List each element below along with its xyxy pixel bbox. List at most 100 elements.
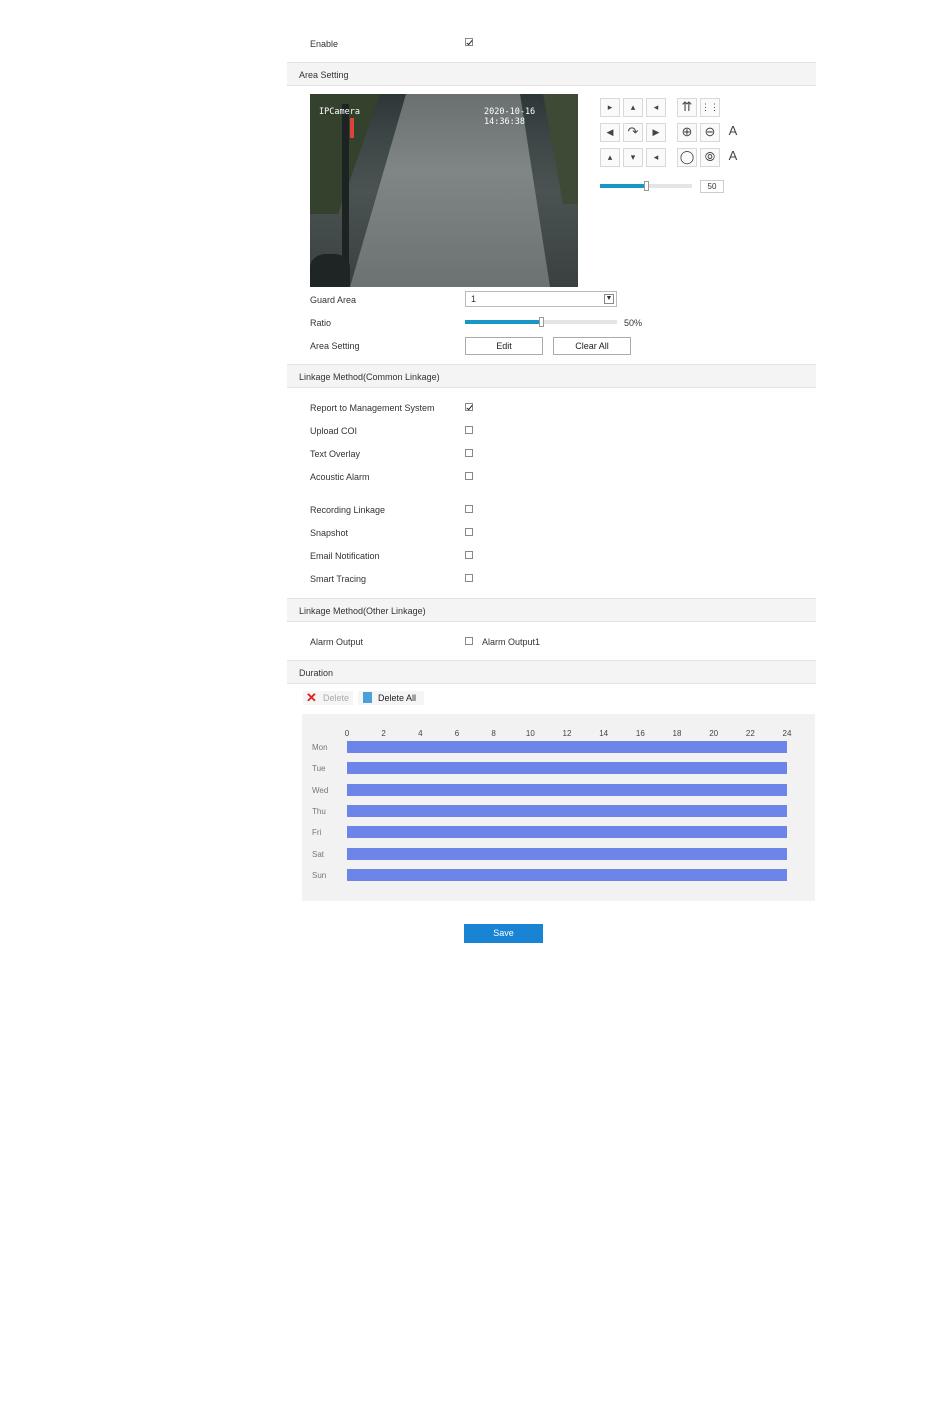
schedule-bar[interactable] [347, 741, 787, 753]
schedule-bar[interactable] [347, 847, 787, 860]
hour-tick-label: 24 [782, 729, 792, 738]
guard-area-select[interactable]: 1 ▼ [465, 291, 617, 307]
alarm-output1-label: Alarm Output1 [482, 637, 541, 647]
day-label: Wed [312, 785, 329, 795]
ptz-left-button[interactable]: ◀ [600, 123, 620, 142]
ptz-up-left-button[interactable]: ▸ [600, 98, 620, 117]
smart-tracing-checkbox[interactable] [465, 574, 473, 582]
ptz-down-right-button[interactable]: ◂ [646, 148, 666, 167]
acoustic-alarm-checkbox[interactable] [465, 472, 473, 480]
delete-label: Delete [323, 693, 350, 703]
area-setting-title: Area Setting [299, 70, 349, 80]
day-label: Sun [312, 870, 327, 880]
schedule-bar[interactable] [347, 868, 787, 881]
hour-tick-label: 8 [491, 729, 496, 738]
ptz-down-left-button[interactable]: ▴ [600, 148, 620, 167]
chevron-down-icon[interactable]: ▼ [604, 294, 614, 304]
schedule-grid[interactable]: 0 2 4 6 8 10 12 14 16 18 20 22 24 Mon Tue Wed Thu Fri Sat… [302, 714, 815, 901]
ptz-up-button[interactable]: ▴ [623, 98, 643, 117]
edit-button[interactable]: Edit [465, 337, 543, 355]
text-overlay-checkbox[interactable] [465, 449, 473, 457]
day-label: Mon [312, 743, 328, 752]
ratio-slider[interactable] [465, 317, 617, 327]
report-management-label: Report to Management System [310, 403, 435, 413]
schedule-bar[interactable] [347, 826, 787, 839]
enable-label: Enable [310, 39, 339, 49]
duration-title: Duration [299, 668, 334, 678]
delete-all-label: Delete All [378, 693, 417, 703]
ptz-speed-fill [600, 184, 646, 188]
pole-shape [342, 104, 349, 274]
other-linkage-title: Linkage Method(Other Linkage) [299, 606, 426, 616]
day-label: Tue [312, 764, 326, 774]
delete-all-button[interactable]: Delete All [358, 691, 424, 705]
ptz-auto-rotate-icon[interactable]: ↷ [623, 123, 643, 142]
schedule-bar[interactable] [347, 804, 787, 817]
hour-tick-label: 2 [381, 729, 386, 738]
zoom-out-icon[interactable]: ⊖ [700, 123, 720, 142]
hour-tick-label: 6 [454, 729, 460, 738]
email-notification-label: Email Notification [310, 551, 380, 561]
common-linkage-header: Linkage Method(Common Linkage) [287, 364, 816, 388]
day-label: Sat [312, 849, 325, 859]
hour-tick-label: 18 [672, 729, 682, 738]
day-label: Thu [312, 806, 326, 816]
iris-open-icon[interactable]: ◯ [677, 148, 697, 167]
trash-icon [363, 692, 372, 703]
focus-near-icon[interactable]: A [723, 123, 743, 142]
light-icon[interactable]: ⋮⋮ [700, 98, 720, 117]
hour-tick-label: 4 [418, 729, 423, 738]
enable-checkbox[interactable] [465, 38, 473, 46]
save-button[interactable]: Save [464, 924, 543, 943]
live-video-preview[interactable]: IPCamera 2020-10-16 14:36:38 [310, 94, 578, 287]
text-overlay-label: Text Overlay [310, 449, 361, 459]
zoom-in-icon[interactable]: ⊕ [677, 123, 697, 142]
hour-tick-label: 20 [709, 729, 719, 738]
day-label: Fri [312, 828, 322, 838]
other-linkage-header: Linkage Method(Other Linkage) [287, 598, 816, 622]
ptz-up-right-button[interactable]: ◂ [646, 98, 666, 117]
schedule-bar[interactable] [347, 783, 787, 796]
ptz-speed-handle[interactable] [644, 181, 649, 191]
schedule-bar[interactable] [347, 762, 787, 775]
ratio-value: 50% [624, 318, 643, 328]
alarm-output-label: Alarm Output [310, 637, 364, 647]
wiper-icon[interactable]: ⇈ [677, 98, 697, 117]
recording-linkage-checkbox[interactable] [465, 505, 473, 513]
recording-linkage-label: Recording Linkage [310, 505, 386, 515]
timestamp-osd: 2020-10-16 14:36:38 [484, 107, 536, 127]
upload-coi-label: Upload COI [310, 426, 358, 436]
smart-tracing-label: Smart Tracing [310, 574, 367, 584]
ratio-label: Ratio [310, 318, 332, 328]
camera-name-osd: IPCamera [319, 107, 360, 117]
hour-tick-label: 16 [635, 729, 645, 738]
iris-close-icon[interactable]: ⦾ [700, 148, 720, 167]
snapshot-label: Snapshot [310, 528, 349, 538]
ptz-right-button[interactable]: ▶ [646, 123, 666, 142]
duration-header: Duration [287, 660, 816, 684]
area-setting-label: Area Setting [310, 341, 360, 351]
hour-tick-label: 12 [562, 729, 572, 738]
ptz-speed-value[interactable]: 50 [700, 180, 724, 193]
delete-button[interactable]: ✕ Delete [303, 690, 353, 705]
guard-area-value: 1 [471, 294, 477, 304]
acoustic-alarm-label: Acoustic Alarm [310, 472, 370, 482]
hour-tick-label: 14 [599, 729, 609, 738]
guard-area-label: Guard Area [310, 295, 357, 305]
pole-sign [350, 118, 354, 138]
email-notification-checkbox[interactable] [465, 551, 473, 559]
hour-tick-label: 10 [525, 729, 535, 738]
ptz-speed-slider[interactable] [600, 181, 692, 191]
common-linkage-title: Linkage Method(Common Linkage) [299, 372, 440, 382]
focus-far-icon[interactable]: A [723, 148, 743, 167]
snapshot-checkbox[interactable] [465, 528, 473, 536]
area-setting-header: Area Setting [287, 62, 816, 86]
ptz-down-button[interactable]: ▾ [623, 148, 643, 167]
upload-coi-checkbox[interactable] [465, 426, 473, 434]
ratio-handle[interactable] [539, 317, 544, 327]
close-icon: ✕ [306, 690, 317, 705]
alarm-output1-checkbox[interactable] [465, 637, 473, 645]
report-management-checkbox[interactable] [465, 403, 473, 411]
ratio-fill [465, 320, 541, 324]
clear-all-button[interactable]: Clear All [553, 337, 631, 355]
